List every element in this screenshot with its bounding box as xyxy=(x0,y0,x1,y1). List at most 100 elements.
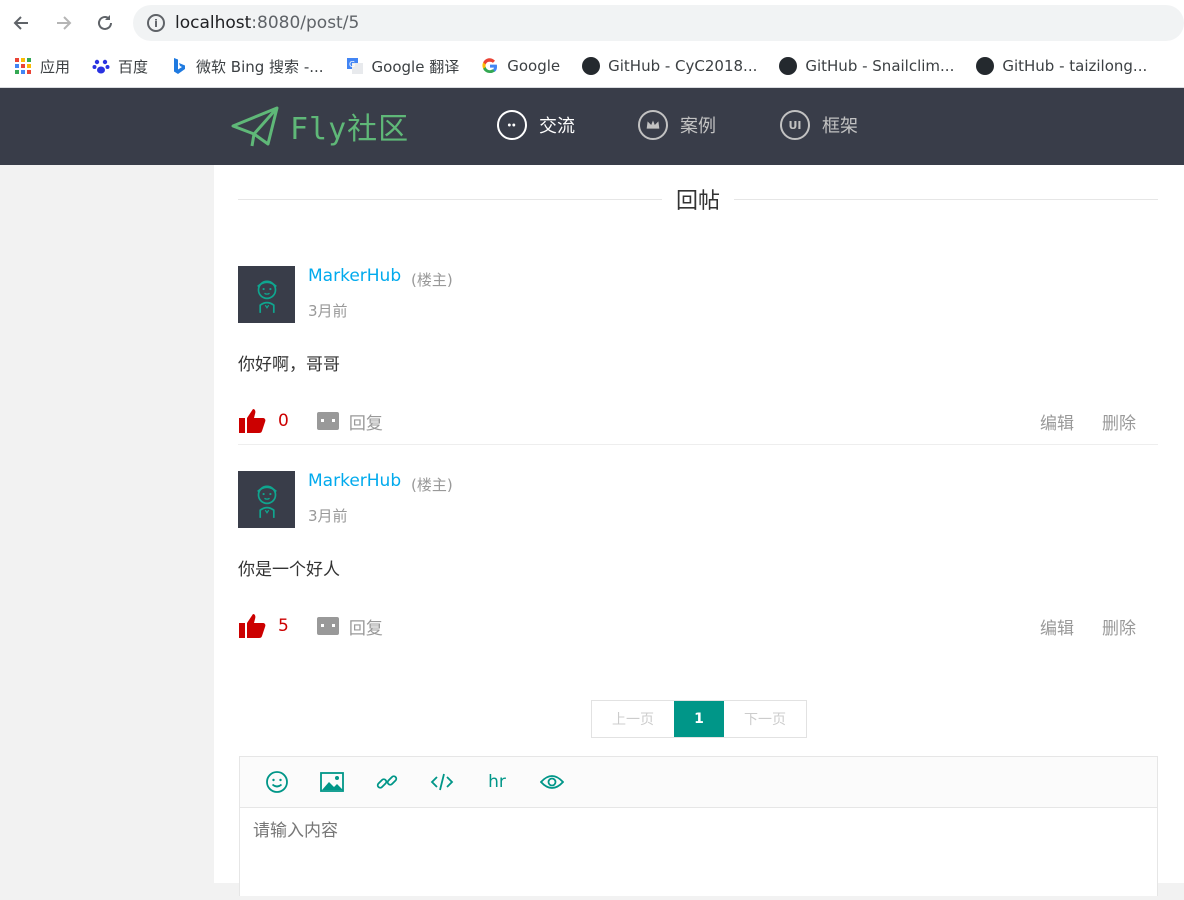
nav-item-jiaoliu[interactable]: 交流 xyxy=(497,110,575,140)
reply-button[interactable]: 回复 xyxy=(316,614,383,639)
code-button[interactable] xyxy=(429,769,455,795)
reply-actions: 0 回复 编辑 删除 xyxy=(238,404,1158,438)
arrow-right-icon xyxy=(57,16,72,30)
svg-text:G: G xyxy=(349,60,355,69)
reload-button[interactable] xyxy=(85,3,125,43)
bookmarks-bar: 应用 百度 微软 Bing 搜索 -... G Google 翻译 Google xyxy=(0,46,1184,86)
logo-text: Fly社区 xyxy=(290,112,410,147)
author-badge: (楼主) xyxy=(411,476,453,494)
reply-label: 回复 xyxy=(348,413,383,434)
thumbs-up-icon xyxy=(239,409,266,433)
preview-button[interactable] xyxy=(539,769,565,795)
like-count: 0 xyxy=(278,411,289,431)
address-bar[interactable]: i localhost:8080/post/5 xyxy=(132,5,1184,41)
reply-label: 回复 xyxy=(348,618,383,639)
github-icon xyxy=(976,57,995,75)
avatar[interactable] xyxy=(238,471,295,528)
reply-time: 3月前 xyxy=(308,507,348,525)
bookmark-label: GitHub - taizilong... xyxy=(1002,57,1148,75)
reply-actions: 5 回复 编辑 删除 xyxy=(238,609,1158,643)
bookmark-label: 应用 xyxy=(40,57,71,76)
browser-nav-row: i localhost:8080/post/5 xyxy=(0,0,1184,46)
bookmark-label: Google 翻译 xyxy=(371,57,460,76)
nav-label: 交流 xyxy=(539,116,575,137)
info-icon[interactable]: i xyxy=(146,14,165,32)
apps-grid-icon xyxy=(14,57,32,75)
like-button[interactable]: 5 xyxy=(238,611,289,641)
user-avatar-icon xyxy=(256,485,277,518)
link-button[interactable] xyxy=(374,769,400,795)
url-path: :8080/post/5 xyxy=(251,13,360,33)
reply-ops: 编辑 删除 xyxy=(1012,614,1158,639)
divider-right xyxy=(734,198,1159,200)
reply-editor: hr xyxy=(239,756,1158,896)
image-button[interactable] xyxy=(319,769,345,795)
reply-time: 3月前 xyxy=(308,302,348,320)
username-link[interactable]: MarkerHub xyxy=(308,266,401,286)
hr-button[interactable]: hr xyxy=(484,769,510,795)
avatar[interactable] xyxy=(238,266,295,323)
bookmark-label: GitHub - CyC2018... xyxy=(608,57,758,75)
reply-item: MarkerHub (楼主) 3月前 你好啊，哥哥 0 回复 编辑 删除 xyxy=(238,266,1158,446)
url-host: localhost xyxy=(174,13,252,33)
like-button[interactable]: 0 xyxy=(238,406,289,436)
prev-page-button[interactable]: 上一页 xyxy=(592,701,674,737)
username-link[interactable]: MarkerHub xyxy=(308,471,401,491)
bookmark-bing[interactable]: 微软 Bing 搜索 -... xyxy=(170,56,324,77)
baidu-paw-icon xyxy=(92,57,110,75)
bookmark-label: Google xyxy=(507,57,561,75)
thumbs-up-icon xyxy=(239,614,266,638)
reply-content: 你好啊，哥哥 xyxy=(238,355,340,375)
forward-button[interactable] xyxy=(44,3,84,43)
nav-label: 框架 xyxy=(822,116,858,137)
arrow-left-icon xyxy=(13,16,28,30)
browser-chrome: i localhost:8080/post/5 应用 百度 微软 Bing 搜索… xyxy=(0,0,1184,88)
bookmark-label: GitHub - Snailclim... xyxy=(805,57,955,75)
google-translate-icon: G xyxy=(346,57,364,75)
bing-icon xyxy=(170,57,188,75)
bookmark-github-cyc[interactable]: GitHub - CyC2018... xyxy=(582,57,757,75)
reply-ops: 编辑 删除 xyxy=(1012,409,1158,434)
code-icon xyxy=(430,773,454,791)
bookmark-google[interactable]: Google xyxy=(481,57,560,75)
paper-plane-icon xyxy=(231,106,279,147)
reply-button[interactable]: 回复 xyxy=(316,409,383,434)
bookmark-apps[interactable]: 应用 xyxy=(14,56,70,77)
section-header: 回帖 xyxy=(238,181,1159,217)
chat-bubble-icon xyxy=(497,110,527,140)
nav-label: 案例 xyxy=(680,116,716,137)
reload-icon xyxy=(98,15,113,30)
delete-link[interactable]: 删除 xyxy=(1102,614,1136,639)
github-icon xyxy=(779,57,798,75)
eye-icon xyxy=(540,775,564,789)
ui-hexagon-icon: UI xyxy=(780,110,810,140)
bookmark-label: 百度 xyxy=(118,57,149,76)
bookmark-label: 微软 Bing 搜索 -... xyxy=(196,57,324,76)
next-page-button[interactable]: 下一页 xyxy=(724,701,806,737)
bookmark-github-taizilong[interactable]: GitHub - taizilong... xyxy=(976,57,1147,75)
reply-content: 你是一个好人 xyxy=(238,560,340,580)
image-icon xyxy=(320,772,344,792)
back-button[interactable] xyxy=(2,3,42,43)
delete-link[interactable]: 删除 xyxy=(1102,409,1136,434)
github-icon xyxy=(582,57,601,75)
reply-item: MarkerHub (楼主) 3月前 你是一个好人 5 回复 编辑 删除 xyxy=(238,471,1158,651)
main-content: 回帖 MarkerHub (楼主) 3月前 你好啊，哥哥 0 回复 编辑 删除 xyxy=(214,165,1184,896)
site-logo[interactable]: Fly社区 xyxy=(230,104,409,148)
user-avatar-icon xyxy=(256,280,277,313)
bookmark-google-translate[interactable]: G Google 翻译 xyxy=(346,56,460,77)
crown-icon xyxy=(638,110,668,140)
nav-item-anli[interactable]: 案例 xyxy=(638,110,716,140)
edit-link[interactable]: 编辑 xyxy=(1040,409,1074,434)
google-g-icon xyxy=(481,57,499,75)
emoji-button[interactable] xyxy=(264,769,290,795)
reply-divider xyxy=(238,444,1158,445)
comment-icon xyxy=(316,617,339,635)
smiley-icon xyxy=(266,771,288,793)
current-page[interactable]: 1 xyxy=(674,701,724,737)
edit-link[interactable]: 编辑 xyxy=(1040,614,1074,639)
bookmark-github-snail[interactable]: GitHub - Snailclim... xyxy=(779,57,954,75)
section-title: 回帖 xyxy=(676,189,721,214)
nav-item-kuangjia[interactable]: UI 框架 xyxy=(780,110,858,140)
bookmark-baidu[interactable]: 百度 xyxy=(92,56,148,77)
